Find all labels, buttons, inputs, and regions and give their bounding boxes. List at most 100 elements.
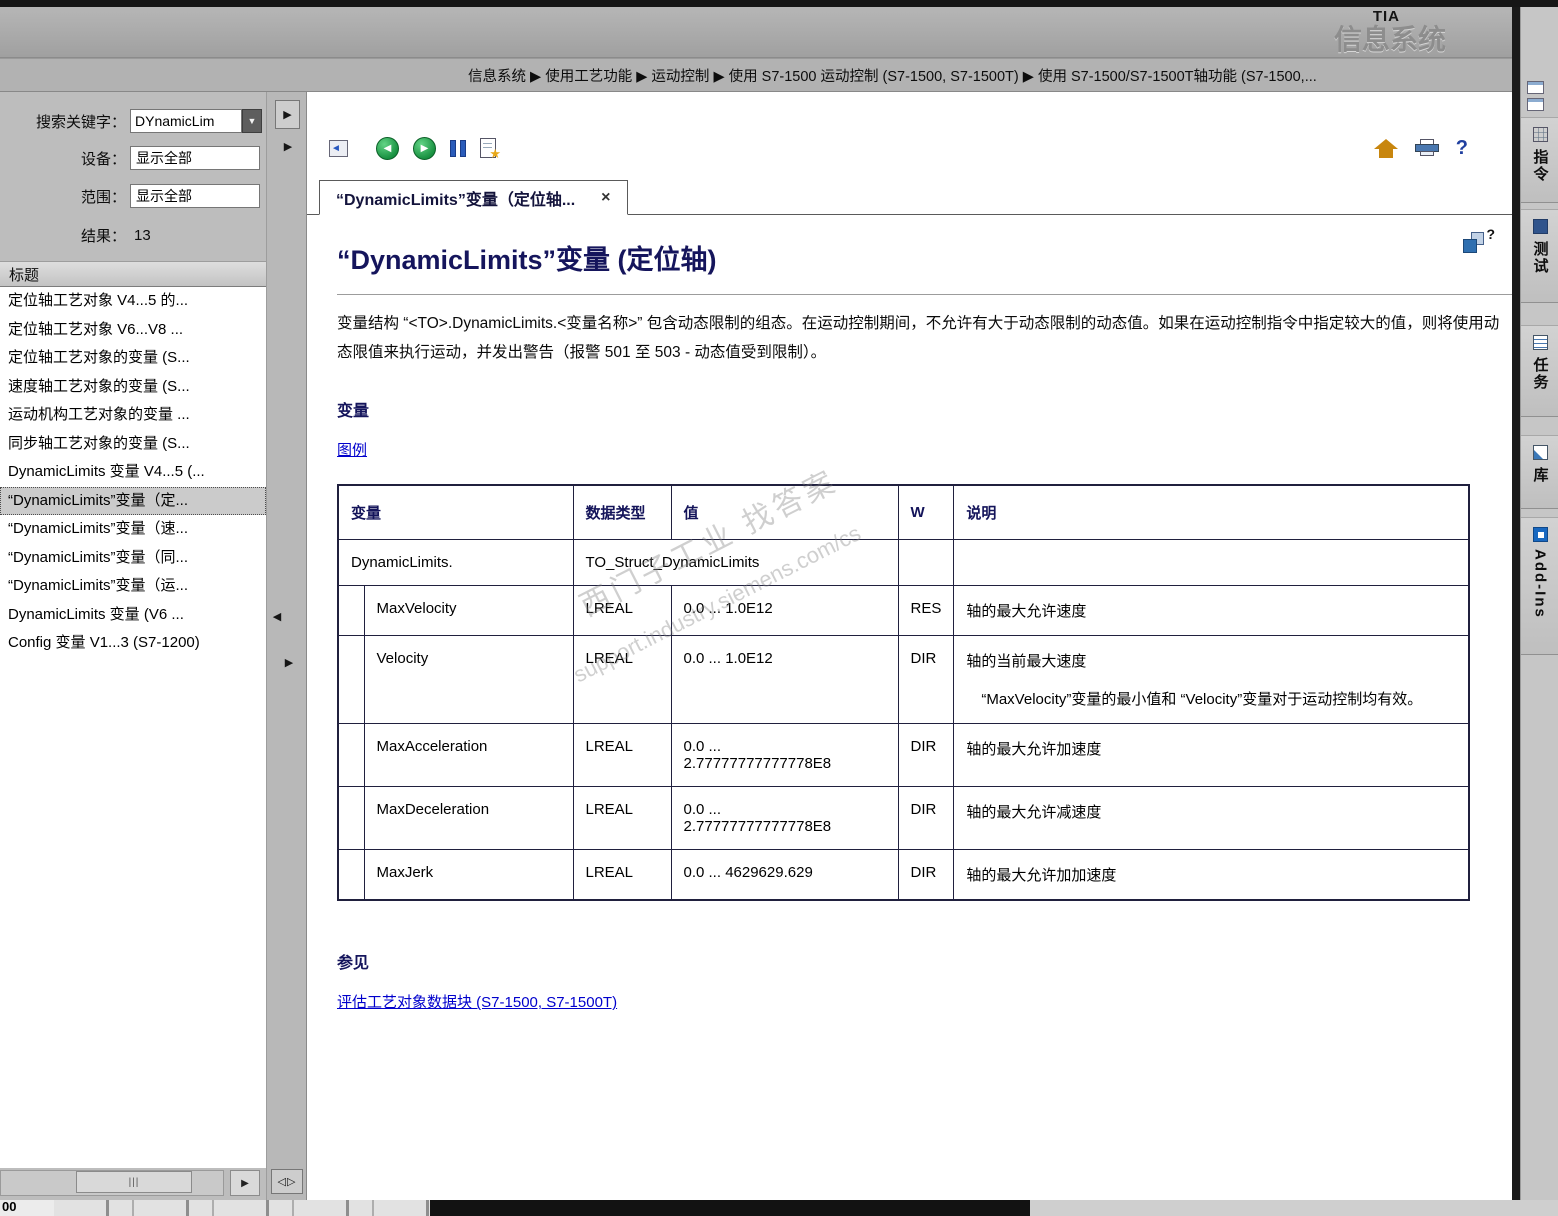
print-button[interactable] bbox=[1414, 139, 1439, 157]
information-system-logo: 信息系统 bbox=[1333, 23, 1446, 55]
libraries-icon bbox=[1532, 445, 1548, 460]
results-column-header[interactable]: 标题 bbox=[0, 261, 266, 287]
arrow-right-icon: ▶ bbox=[420, 142, 429, 154]
keyword-label: 搜索关键字： bbox=[35, 113, 126, 131]
information-system-window: TIA 信息系统 信息系统 ▶ 使用工艺功能 ▶ 运动控制 ▶ 使用 S7-15… bbox=[0, 0, 1558, 1216]
search-result-item[interactable]: 定位轴工艺对象的变量 (S... bbox=[0, 344, 266, 373]
splitter-left-arrow[interactable]: ◀ bbox=[270, 606, 284, 626]
search-result-item[interactable]: Config 变量 V1...3 (S7-1200) bbox=[0, 629, 266, 658]
back-button[interactable]: ◀ bbox=[376, 136, 399, 160]
splitter-right-arrow[interactable]: ▶ bbox=[282, 652, 296, 672]
home-icon bbox=[1373, 138, 1398, 149]
window-right-edge bbox=[1512, 7, 1520, 1216]
pause-icon[interactable] bbox=[450, 139, 466, 157]
search-result-item[interactable]: 定位轴工艺对象 V4...5 的... bbox=[0, 287, 266, 316]
star-icon: ★ bbox=[489, 146, 501, 161]
search-result-item[interactable]: DynamicLimits 变量 (V6 ... bbox=[0, 601, 266, 630]
pane-maximize-icon[interactable] bbox=[1527, 81, 1544, 94]
scrollbar-thumb[interactable]: ||| bbox=[76, 1171, 192, 1193]
table-header-row: 变量 数据类型 值 W 说明 bbox=[337, 484, 1470, 541]
search-sidebar: 搜索关键字： ▼ 设备： 范围： 结果： 13 标题 定位轴工艺对象 V4...… bbox=[0, 92, 266, 1200]
variables-table-body: DynamicLimits. TO_Struct_DynamicLimits Max… bbox=[337, 539, 1470, 901]
keyword-dropdown-button[interactable]: ▼ bbox=[242, 109, 262, 133]
panel-splitter: ▶ ▶ ◀ ▶ ◁▷ bbox=[266, 92, 306, 1200]
bottom-cutoff-bar: 00 bbox=[0, 1200, 1558, 1216]
device-field[interactable] bbox=[130, 146, 260, 170]
help-article: ? “DynamicLimits”变量 (定位轴) 变量结构 “<TO>.Dyn… bbox=[307, 216, 1513, 1200]
search-result-item[interactable]: “DynamicLimits”变量（速... bbox=[0, 515, 266, 544]
splitter-toggle-button[interactable]: ◁▷ bbox=[271, 1169, 303, 1194]
title-header: TIA 信息系统 bbox=[0, 7, 1512, 58]
tab-testing[interactable]: 测试 bbox=[1521, 209, 1558, 303]
arrow-left-icon: ◀ bbox=[272, 610, 282, 623]
keyword-combobox: ▼ bbox=[130, 109, 262, 133]
addins-icon bbox=[1532, 527, 1548, 542]
window-top-edge bbox=[0, 0, 1558, 7]
tia-label: TIA bbox=[1372, 8, 1400, 25]
legend-link[interactable]: 图例 bbox=[337, 439, 367, 460]
task-card-strip: 指令 测试 任务 库 Add-Ins bbox=[1520, 7, 1558, 1216]
results-list: 定位轴工艺对象 V4...5 的... 定位轴工艺对象 V6...V8 ... 定位… bbox=[0, 287, 266, 1168]
tab-tasks[interactable]: 任务 bbox=[1521, 325, 1558, 417]
search-result-item[interactable]: “DynamicLimits”变量（定... bbox=[0, 486, 266, 515]
page-title: “DynamicLimits”变量 (定位轴) bbox=[337, 245, 717, 275]
tab-instructions[interactable]: 指令 bbox=[1521, 117, 1558, 203]
tasks-icon bbox=[1532, 335, 1548, 350]
collapse-panel-button[interactable]: ▶ bbox=[275, 100, 300, 129]
arrow-right-icon: ▶ bbox=[241, 1177, 249, 1189]
struct-row: DynamicLimits. TO_Struct_DynamicLimits bbox=[337, 539, 1470, 587]
tab-addins[interactable]: Add-Ins bbox=[1521, 517, 1558, 655]
tab-title: “DynamicLimits”变量（定位轴... bbox=[336, 191, 576, 209]
variable-row: MaxVelocity LREAL 0.0 ... 1.0E12 RES 轴的最大允许速… bbox=[337, 585, 1470, 637]
column-header-w: W bbox=[897, 484, 955, 541]
document-tab-bar: “DynamicLimits”变量（定位轴... × bbox=[307, 180, 1512, 215]
scroll-right-button[interactable]: ▶ bbox=[230, 1170, 260, 1196]
arrow-right-icon: ▶ bbox=[284, 656, 294, 669]
search-result-item[interactable]: 速度轴工艺对象的变量 (S... bbox=[0, 373, 266, 402]
arrow-right-icon: ▶ bbox=[283, 109, 292, 121]
breadcrumb-bar: 信息系统 ▶ 使用工艺功能 ▶ 运动控制 ▶ 使用 S7-1500 运动控制 (… bbox=[0, 58, 1512, 92]
keyword-input[interactable] bbox=[130, 109, 242, 133]
variable-row: MaxDeceleration LREAL 0.0 ... 2.7777777777… bbox=[337, 786, 1470, 851]
intro-paragraph: 变量结构 “<TO>.DynamicLimits.<变量名称>” 包含动态限制的… bbox=[337, 315, 1500, 361]
search-result-item[interactable]: 同步轴工艺对象的变量 (S... bbox=[0, 430, 266, 459]
search-result-item[interactable]: “DynamicLimits”变量（同... bbox=[0, 544, 266, 573]
instructions-icon bbox=[1532, 127, 1548, 142]
document-tab[interactable]: “DynamicLimits”变量（定位轴... × bbox=[319, 180, 628, 215]
close-icon[interactable]: × bbox=[601, 189, 610, 207]
sidebar-horizontal-scrollbar: ||| ▶ bbox=[0, 1170, 266, 1196]
scope-label: 范围： bbox=[80, 188, 126, 206]
device-label: 设备： bbox=[80, 150, 126, 168]
new-page-icon[interactable]: ★ bbox=[480, 138, 501, 161]
home-button[interactable] bbox=[1373, 138, 1398, 158]
search-result-item[interactable]: 定位轴工艺对象 V6...V8 ... bbox=[0, 316, 266, 345]
expand-panel-button[interactable]: ▶ bbox=[280, 136, 296, 156]
see-also-heading: 参见 bbox=[337, 955, 370, 973]
tia-brand: TIA 信息系统 bbox=[1334, 9, 1446, 54]
arrows-horizontal-icon: ◁▷ bbox=[277, 1176, 297, 1188]
testing-icon bbox=[1532, 219, 1548, 234]
taskbar-strip bbox=[430, 1200, 1030, 1216]
variables-heading: 变量 bbox=[337, 403, 370, 421]
search-result-item[interactable]: 运动机构工艺对象的变量 ... bbox=[0, 401, 266, 430]
title-divider bbox=[337, 294, 1513, 295]
tab-libraries[interactable]: 库 bbox=[1521, 435, 1558, 509]
window-help-icon[interactable]: ? bbox=[1461, 226, 1495, 256]
column-header-datatype: 数据类型 bbox=[572, 484, 672, 541]
pane-layout-icons bbox=[1527, 81, 1544, 111]
breadcrumb[interactable]: 信息系统 ▶ 使用工艺功能 ▶ 运动控制 ▶ 使用 S7-1500 运动控制 (… bbox=[468, 65, 1317, 86]
search-result-item[interactable]: DynamicLimits 变量 V4...5 (... bbox=[0, 458, 266, 487]
help-toolbar: ◄ ◀ ▶ ★ ? bbox=[307, 126, 1512, 170]
forward-button[interactable]: ▶ bbox=[413, 136, 436, 160]
variables-table: 变量 数据类型 值 W 说明 DynamicLimits. TO_Struct_D… bbox=[337, 484, 1470, 902]
help-button[interactable]: ? bbox=[1456, 137, 1468, 160]
variable-row: Velocity LREAL 0.0 ... 1.0E12 DIR 轴的当前最大速度 “… bbox=[337, 635, 1470, 725]
scope-field[interactable] bbox=[130, 184, 260, 208]
search-result-item[interactable]: “DynamicLimits”变量（运... bbox=[0, 572, 266, 601]
toggle-contents-icon[interactable]: ◄ bbox=[329, 139, 348, 157]
bottom-bar-fragment: 00 bbox=[0, 1200, 54, 1216]
pane-restore-icon[interactable] bbox=[1527, 98, 1544, 111]
see-also-link[interactable]: 评估工艺对象数据块 (S7-1500, S7-1500T) bbox=[337, 991, 617, 1012]
column-header-value: 值 bbox=[670, 484, 899, 541]
column-header-description: 说明 bbox=[953, 484, 1470, 541]
